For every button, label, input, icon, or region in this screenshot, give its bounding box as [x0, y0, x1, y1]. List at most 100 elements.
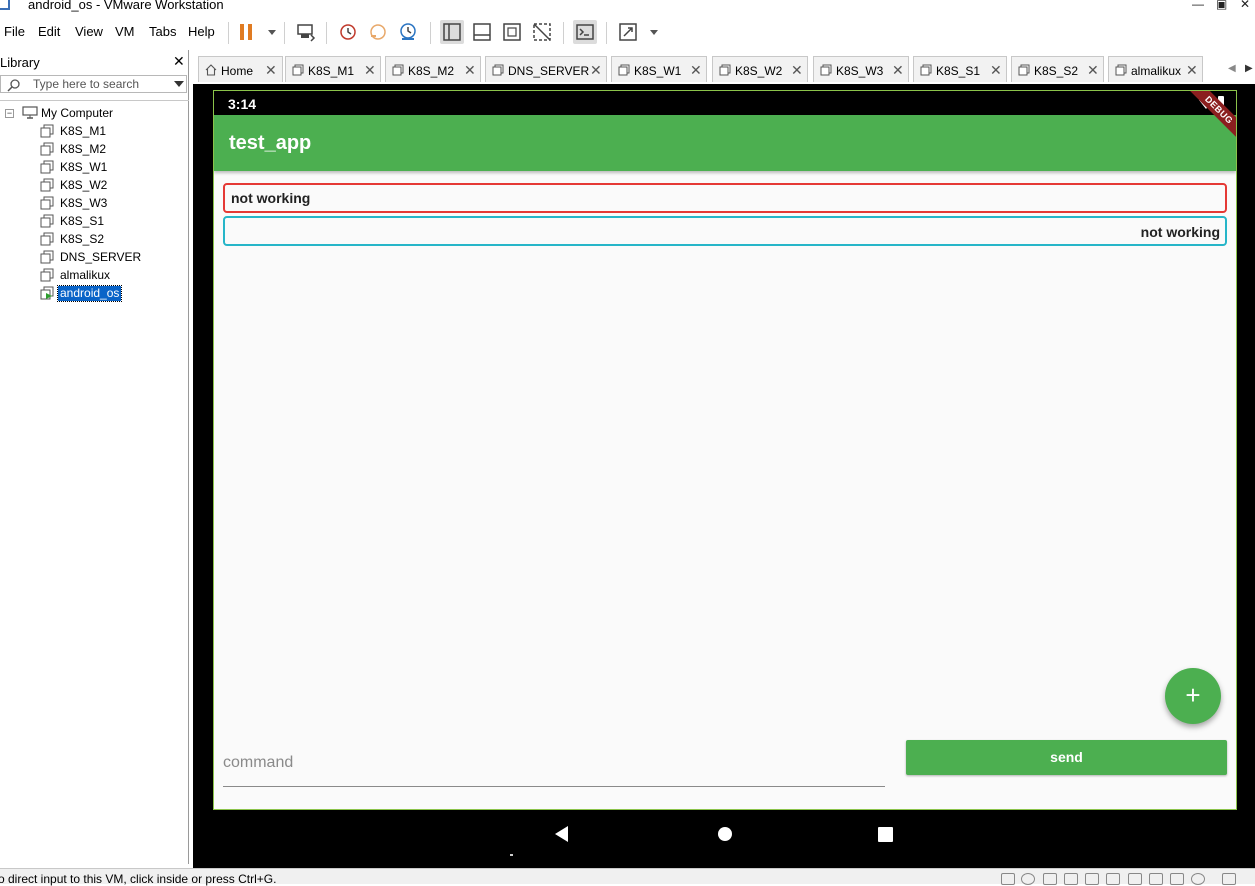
text-box-error[interactable]: not working	[223, 183, 1227, 213]
close-icon[interactable]: ✕	[1087, 62, 1099, 79]
library-close-icon[interactable]: ✕	[173, 53, 185, 70]
text-box-focused[interactable]: not working	[223, 216, 1227, 246]
network-icon[interactable]	[1043, 873, 1057, 885]
vm-icon	[40, 142, 54, 156]
usb-icon[interactable]	[1106, 873, 1120, 885]
menu-edit[interactable]: Edit	[38, 24, 60, 39]
usb-device-icon[interactable]	[1149, 873, 1163, 885]
revert-snapshot-icon[interactable]	[366, 20, 390, 44]
tree-item-k8s-m1[interactable]: K8S_M1	[38, 122, 188, 140]
tab-label: K8S_S2	[1034, 64, 1079, 78]
tree-item-label: K8S_M1	[60, 124, 107, 138]
tab-label: DNS_SERVER	[508, 64, 590, 78]
tab-k8s-m2[interactable]: K8S_M2 ✕	[385, 56, 481, 82]
pause-dropdown-icon[interactable]	[260, 20, 276, 44]
maximize-icon[interactable]: ▣	[1216, 0, 1227, 11]
close-icon[interactable]: ✕	[892, 62, 904, 79]
tree-item-k8s-s2[interactable]: K8S_S2	[38, 230, 188, 248]
tree-item-dns-server[interactable]: DNS_SERVER	[38, 248, 188, 266]
minimize-icon[interactable]: —	[1192, 0, 1204, 11]
unity-icon[interactable]	[530, 20, 554, 44]
close-icon[interactable]: ✕	[590, 62, 602, 79]
tab-strip: Home ✕ K8S_M1 ✕ K8S_M2 ✕ DNS_SERVER ✕ K8…	[193, 56, 1255, 82]
hard-disk-icon[interactable]	[1001, 873, 1015, 885]
tab-scroll-right-icon[interactable]: ▶	[1245, 63, 1253, 74]
sound-icon[interactable]	[1085, 873, 1099, 885]
menu-help[interactable]: Help	[188, 24, 215, 39]
tab-k8s-s2[interactable]: K8S_S2 ✕	[1011, 56, 1104, 82]
vmware-logo-icon	[0, 0, 10, 10]
menu-vm[interactable]: VM	[115, 24, 135, 39]
close-icon[interactable]: ✕	[990, 62, 1002, 79]
home-circle-icon[interactable]	[718, 827, 732, 841]
tree-item-k8s-w1[interactable]: K8S_W1	[38, 158, 188, 176]
close-icon[interactable]: ✕	[690, 62, 702, 79]
close-icon[interactable]: ✕	[464, 62, 476, 79]
add-fab-button[interactable]: +	[1165, 668, 1221, 724]
tree-item-label: android_os	[56, 285, 123, 302]
menu-view[interactable]: View	[75, 24, 103, 39]
tab-dns-server[interactable]: DNS_SERVER ✕	[485, 56, 607, 82]
cd-rom-icon[interactable]	[1021, 873, 1035, 885]
tree-item-android-os[interactable]: android_os	[38, 284, 188, 302]
full-screen-icon[interactable]	[500, 20, 524, 44]
command-input[interactable]	[223, 739, 885, 787]
close-icon[interactable]: ✕	[364, 62, 376, 79]
menu-tabs[interactable]: Tabs	[149, 24, 176, 39]
menu-file[interactable]: File	[4, 24, 25, 39]
tab-k8s-w3[interactable]: K8S_W3 ✕	[813, 56, 909, 82]
tree-item-k8s-w2[interactable]: K8S_W2	[38, 176, 188, 194]
android-screen[interactable]: 3:14 test_app DEBUG not working not work…	[213, 90, 1237, 810]
window-title: android_os - VMware Workstation	[28, 0, 224, 12]
tree-item-k8s-m2[interactable]: K8S_M2	[38, 140, 188, 158]
tab-scroll-left-icon[interactable]: ◀	[1228, 63, 1236, 74]
tab-almalikux[interactable]: almalikux ✕	[1108, 56, 1203, 82]
library-panel: Library ✕ − My Computer K8S_M1 K8S_M2 K8…	[0, 50, 189, 864]
send-ctrl-alt-del-icon[interactable]	[294, 20, 318, 44]
tab-label: almalikux	[1131, 64, 1182, 78]
pause-icon[interactable]	[236, 20, 260, 44]
message-log-icon[interactable]	[1222, 873, 1236, 885]
back-icon[interactable]	[555, 826, 568, 842]
show-library-icon[interactable]	[440, 20, 464, 44]
tree-item-almalikux[interactable]: almalikux	[38, 266, 188, 284]
recent-apps-icon[interactable]	[878, 827, 893, 842]
tab-k8s-m1[interactable]: K8S_M1 ✕	[285, 56, 381, 82]
tree-item-k8s-w3[interactable]: K8S_W3	[38, 194, 188, 212]
tree-root-label: My Computer	[41, 106, 114, 120]
search-dropdown-icon[interactable]	[174, 81, 184, 87]
tree-item-label: K8S_S2	[60, 232, 105, 246]
tab-k8s-w2[interactable]: K8S_W2 ✕	[712, 56, 808, 82]
send-button[interactable]: send	[906, 740, 1227, 775]
camera-icon[interactable]	[1191, 873, 1205, 885]
toolbar-divider	[228, 22, 229, 44]
console-view-icon[interactable]	[573, 20, 597, 44]
close-icon[interactable]: ✕	[1240, 0, 1250, 11]
app-bar: test_app	[214, 115, 1236, 171]
window-title-bar: android_os - VMware Workstation — ▣ ✕	[0, 0, 1255, 12]
close-icon[interactable]: ✕	[791, 62, 803, 79]
stretch-guest-icon[interactable]	[616, 20, 640, 44]
tree-item-label: K8S_W2	[60, 178, 108, 192]
toolbar-divider	[284, 22, 285, 44]
snapshot-icon[interactable]	[336, 20, 360, 44]
tree-item-label: K8S_M2	[60, 142, 107, 156]
show-thumbnail-bar-icon[interactable]	[470, 20, 494, 44]
tree-my-computer[interactable]: − My Computer	[4, 105, 184, 121]
tree-item-k8s-s1[interactable]: K8S_S1	[38, 212, 188, 230]
printer-2-icon[interactable]	[1170, 873, 1184, 885]
tab-k8s-s1[interactable]: K8S_S1 ✕	[913, 56, 1007, 82]
close-icon[interactable]: ✕	[1186, 62, 1198, 79]
tab-k8s-w1[interactable]: K8S_W1 ✕	[611, 56, 707, 82]
snapshot-manager-icon[interactable]	[396, 20, 420, 44]
stretch-dropdown-icon[interactable]	[642, 20, 658, 44]
library-search-input[interactable]	[33, 76, 173, 92]
tab-home[interactable]: Home ✕	[198, 56, 283, 82]
vm-running-icon	[40, 286, 54, 300]
vm-console[interactable]: 3:14 test_app DEBUG not working not work…	[193, 84, 1255, 868]
close-icon[interactable]: ✕	[265, 62, 277, 79]
vm-icon	[1115, 64, 1127, 76]
printer-icon[interactable]	[1064, 873, 1078, 885]
display-icon[interactable]	[1128, 873, 1142, 885]
collapse-icon[interactable]: −	[5, 109, 14, 118]
